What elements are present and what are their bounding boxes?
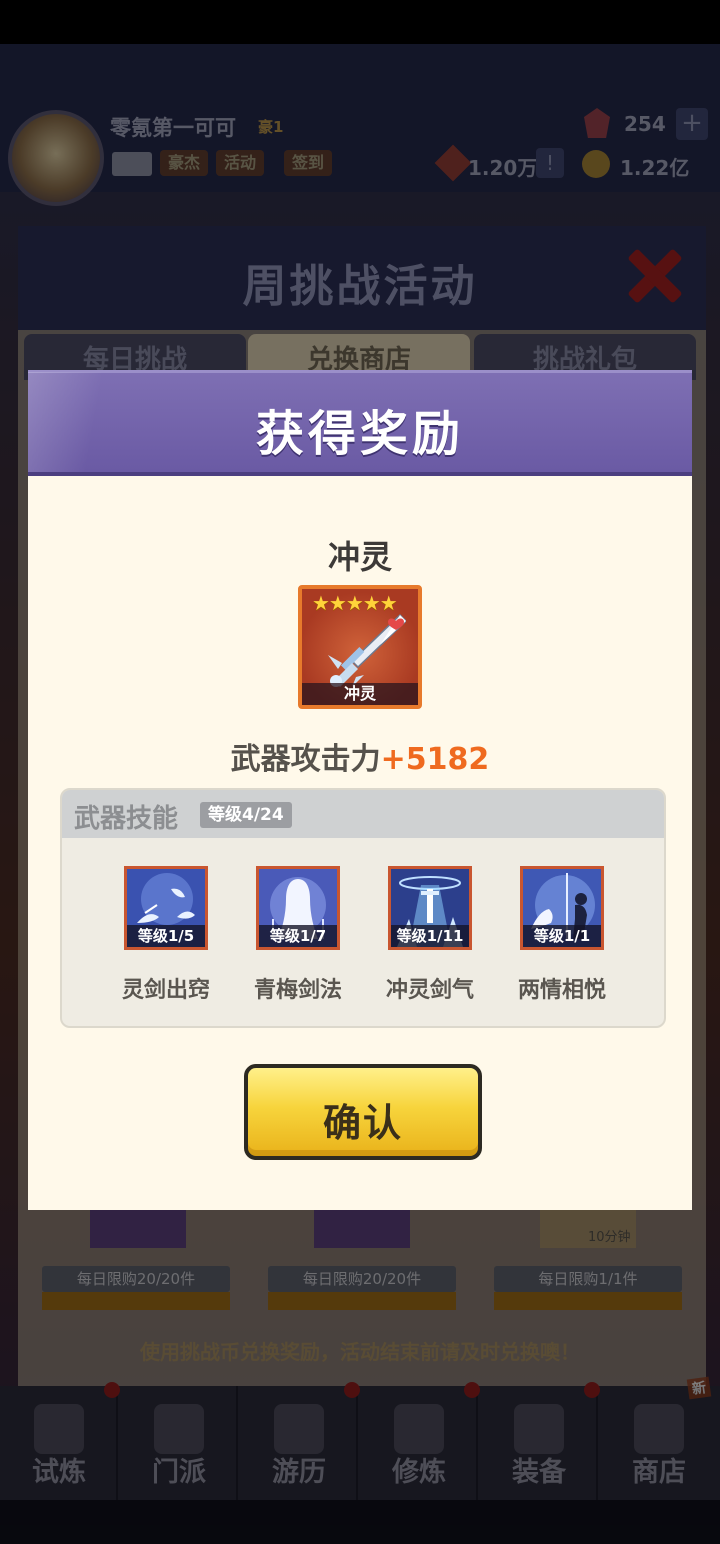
reward-item-name: 冲灵 (327, 538, 392, 576)
reward-dialog-title: 获得奖励 (255, 406, 464, 462)
skill-name: 灵剑出窍 (121, 978, 210, 1003)
skill-name: 青梅剑法 (253, 978, 342, 1003)
weapon-skills-level-badge: 等级4/24 (200, 802, 292, 828)
confirm-button-label: 确认 (322, 1101, 403, 1145)
reward-item-card[interactable]: ★★★★★ 冲灵 (298, 585, 422, 709)
skill-icon-lingjian-chuqiao[interactable]: 等级1/5 (124, 866, 208, 950)
skill-icon-chongling-jianqi[interactable]: 等级1/11 (388, 866, 472, 950)
weapon-skills-title: 武器技能 (74, 804, 179, 834)
weapon-attack-value: +5182 (380, 742, 490, 777)
weapon-attack-line: 武器攻击力+5182 (0, 734, 720, 778)
weapon-skills-header: 武器技能 等级4/24 (62, 790, 664, 838)
skill-level: 等级1/7 (259, 925, 337, 947)
confirm-button[interactable]: 确认 (244, 1064, 482, 1160)
sword-icon (328, 613, 406, 687)
reward-item-caption: 冲灵 (302, 683, 418, 705)
skill-name: 冲灵剑气 (385, 978, 474, 1003)
skill-icon-liangqing-xiangyue[interactable]: 等级1/1 (520, 866, 604, 950)
skill-icon-qingmei-jianfa[interactable]: 等级1/7 (256, 866, 340, 950)
skill-name: 两情相悦 (517, 978, 606, 1003)
skill-level: 等级1/5 (127, 925, 205, 947)
skill-level: 等级1/1 (523, 925, 601, 947)
weapon-attack-label: 武器攻击力 (230, 742, 381, 777)
skill-level: 等级1/11 (391, 925, 469, 947)
